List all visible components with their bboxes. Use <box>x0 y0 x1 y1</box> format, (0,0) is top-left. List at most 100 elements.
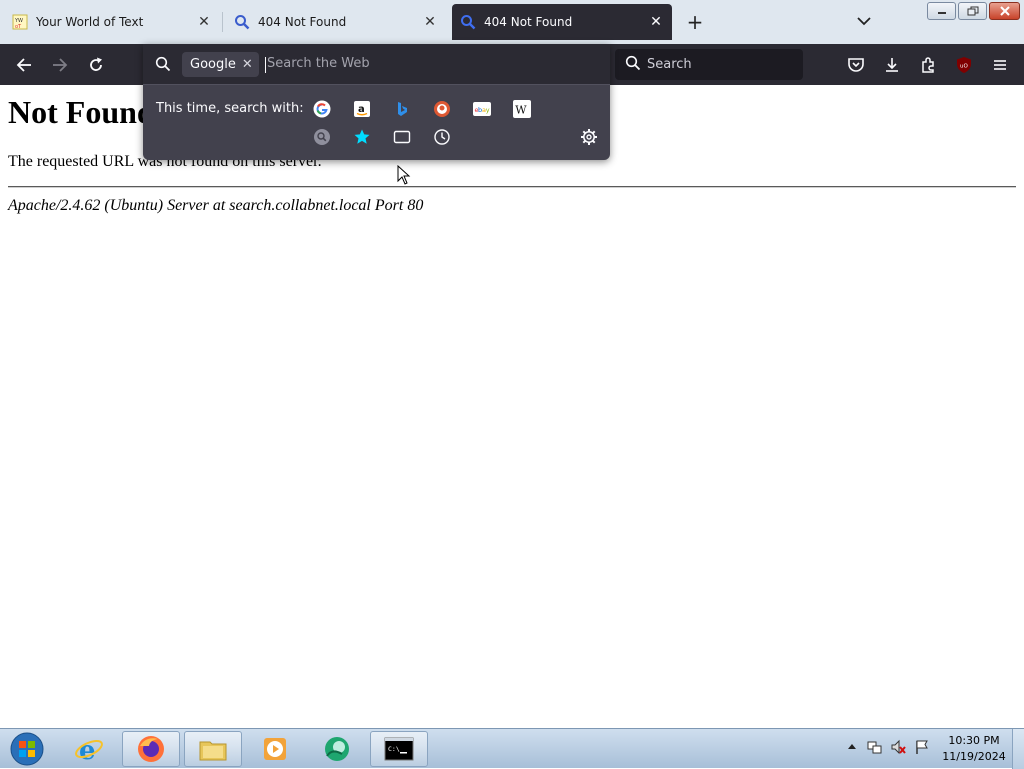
engine-chip-label: Google <box>190 57 236 72</box>
app-menu-button[interactable] <box>988 53 1012 77</box>
window-controls <box>927 2 1020 20</box>
tabs-mode-button[interactable] <box>393 128 411 146</box>
toolbar-search-box[interactable]: Search <box>615 49 803 80</box>
media-player-icon <box>264 738 286 760</box>
volume-tray-icon[interactable] <box>890 739 906 755</box>
svg-text:uO: uO <box>960 64 968 70</box>
restore-button[interactable] <box>958 2 987 20</box>
amazon-icon: a <box>354 101 370 117</box>
ebay-icon: ebay <box>473 102 491 116</box>
svg-text:a: a <box>358 104 365 115</box>
app-taskbar-button[interactable] <box>308 731 366 767</box>
show-desktop-button[interactable] <box>1012 729 1024 769</box>
menu-icon <box>994 60 1006 70</box>
svg-text:W: W <box>515 104 527 117</box>
engine-ebay-button[interactable]: ebay <box>473 100 491 118</box>
command-prompt-taskbar-button[interactable]: C:\ <box>370 731 428 767</box>
divider <box>8 186 1016 188</box>
taskbar-clock[interactable]: 10:30 PM 11/19/2024 <box>940 733 1008 765</box>
network-tray-icon[interactable] <box>866 739 882 755</box>
google-icon <box>313 100 331 118</box>
media-player-taskbar-button[interactable] <box>246 731 304 767</box>
minimize-button[interactable] <box>927 2 956 20</box>
engine-wikipedia-button[interactable]: W <box>513 100 531 118</box>
list-all-tabs-button[interactable] <box>855 12 873 30</box>
internet-explorer-icon: e <box>75 736 103 764</box>
search-engines-mode-button[interactable] <box>313 128 331 146</box>
bookmarks-mode-button[interactable] <box>353 128 371 146</box>
windows-start-icon <box>10 732 44 766</box>
ublock-button[interactable]: uO <box>952 53 976 77</box>
history-mode-button[interactable] <box>433 128 451 146</box>
start-button[interactable] <box>2 731 52 767</box>
show-hidden-icons-button[interactable] <box>844 739 860 755</box>
tab-404-not-found[interactable]: 404 Not Found ✕ <box>226 4 446 40</box>
clock-time: 10:30 PM <box>948 734 1000 747</box>
history-icon <box>434 129 450 145</box>
minimize-icon <box>937 12 946 14</box>
downloads-icon <box>886 58 898 72</box>
action-center-tray-icon[interactable] <box>914 739 930 755</box>
forward-button[interactable] <box>48 53 72 77</box>
tab-404-not-found-active[interactable]: 404 Not Found ✕ <box>452 4 672 40</box>
firefox-taskbar-button[interactable] <box>122 731 180 767</box>
internet-explorer-taskbar-button[interactable]: e <box>60 731 118 767</box>
windows-taskbar: e C:\ 10:30 PM 11/19/2024 <box>0 728 1024 769</box>
back-icon <box>16 58 31 72</box>
duckduckgo-icon <box>434 101 450 117</box>
volume-muted-icon <box>891 739 906 755</box>
tab-close-button[interactable]: ✕ <box>422 14 438 30</box>
search-icon <box>234 14 250 30</box>
this-time-search-with-label: This time, search with: <box>156 101 304 116</box>
tab-close-button[interactable]: ✕ <box>648 14 664 30</box>
ublock-icon: uO <box>957 57 971 73</box>
engine-bing-button[interactable] <box>393 100 411 118</box>
search-popup: Google ✕ Search the Web This time, searc… <box>143 44 610 160</box>
yourworldoftext-favicon-icon: YW oT <box>12 14 28 30</box>
page-content: Not Found The requested URL was not foun… <box>0 85 1024 728</box>
back-button[interactable] <box>12 53 36 77</box>
svg-text:oT: oT <box>15 24 22 30</box>
search-icon <box>155 56 171 76</box>
text-caret <box>265 57 266 73</box>
search-engine-chip[interactable]: Google ✕ <box>182 52 259 77</box>
folder-icon <box>199 741 227 761</box>
restore-icon <box>967 6 978 16</box>
search-input[interactable]: Search the Web <box>267 56 370 71</box>
wikipedia-icon: W <box>513 100 531 118</box>
network-icon <box>867 741 882 754</box>
command-prompt-icon: C:\ <box>384 737 414 761</box>
tab-close-button[interactable]: ✕ <box>196 14 212 30</box>
tabs-icon <box>393 130 411 144</box>
gear-icon <box>581 129 597 145</box>
forward-icon <box>53 58 68 72</box>
server-address: Apache/2.4.62 (Ubuntu) Server at search.… <box>8 197 424 214</box>
svg-text:y: y <box>486 106 490 114</box>
bookmarks-icon <box>354 129 370 144</box>
tab-title: 404 Not Found <box>484 15 573 29</box>
file-explorer-taskbar-button[interactable] <box>184 731 242 767</box>
window-close-button[interactable] <box>989 2 1020 20</box>
reload-icon <box>90 57 102 71</box>
chevron-up-icon <box>848 744 856 749</box>
downloads-button[interactable] <box>880 53 904 77</box>
extensions-button[interactable] <box>916 53 940 77</box>
tab-title: Your World of Text <box>36 15 144 29</box>
clock-date: 11/19/2024 <box>942 750 1006 763</box>
reload-button[interactable] <box>84 53 108 77</box>
tab-your-world-of-text[interactable]: YW oT Your World of Text ✕ <box>4 4 220 40</box>
toolbar-search-placeholder: Search <box>647 57 692 72</box>
flag-icon <box>916 740 928 754</box>
svg-text:C:\: C:\ <box>388 745 400 753</box>
engine-amazon-button[interactable]: a <box>353 100 371 118</box>
search-icon <box>625 55 641 75</box>
pocket-icon <box>848 58 864 72</box>
engine-chip-remove-button[interactable]: ✕ <box>242 57 253 72</box>
search-settings-button[interactable] <box>580 128 598 146</box>
chevron-down-icon <box>857 17 871 26</box>
close-icon <box>999 6 1010 16</box>
engine-duckduckgo-button[interactable] <box>433 100 451 118</box>
engine-google-button[interactable] <box>313 100 331 118</box>
new-tab-button[interactable]: + <box>684 12 706 34</box>
pocket-button[interactable] <box>844 53 868 77</box>
